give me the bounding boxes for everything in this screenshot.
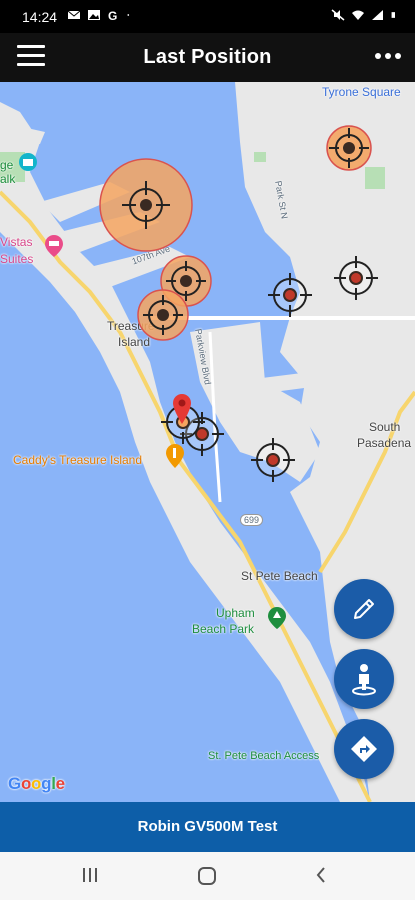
location-pin-icon[interactable] <box>172 394 192 424</box>
position-marker[interactable] <box>249 436 297 484</box>
device-name-bar[interactable]: Robin GV500M Test <box>0 802 415 852</box>
svg-text:G: G <box>108 9 117 21</box>
label-south-1: South <box>369 420 401 434</box>
google-logo-letter: e <box>55 774 65 793</box>
position-marker-orange[interactable] <box>136 288 190 342</box>
person-pin-icon <box>352 664 376 696</box>
person-location-button[interactable] <box>334 649 394 709</box>
label-park-1: ge <box>0 158 14 172</box>
hotel-poi-icon[interactable] <box>44 235 64 257</box>
wifi-icon <box>352 10 364 20</box>
google-logo: Google <box>8 774 65 794</box>
device-name: Robin GV500M Test <box>137 818 278 835</box>
position-marker[interactable] <box>266 271 314 319</box>
label-st-pete-access: St. Pete Beach Access <box>208 750 320 762</box>
google-logo-letter: G <box>8 774 21 793</box>
area-position-marker[interactable] <box>98 157 194 253</box>
app-bar: Last Position <box>0 33 415 82</box>
camera-poi-icon[interactable] <box>18 152 38 172</box>
label-st-pete-beach: St Pete Beach <box>241 569 318 583</box>
status-bar: 14:24 G <box>0 0 415 33</box>
google-logo-letter: o <box>31 774 42 793</box>
label-park-2: alk <box>0 172 16 186</box>
map-view[interactable]: Tyrone Square ge alk Vistas Suites Treas… <box>0 82 415 802</box>
battery-icon <box>391 12 395 18</box>
label-tyrone-square: Tyrone Square <box>322 85 401 99</box>
park-poi-icon[interactable] <box>267 607 287 629</box>
edit-button[interactable] <box>334 579 394 639</box>
google-logo-letter: o <box>20 774 32 793</box>
label-south-2: Pasadena <box>357 436 412 450</box>
position-marker-orange[interactable] <box>325 124 373 172</box>
mute-icon <box>331 9 345 21</box>
page-title: Last Position <box>143 46 272 68</box>
position-marker[interactable] <box>332 254 380 302</box>
photo-icon <box>88 10 100 20</box>
message-icon <box>67 10 81 19</box>
pencil-icon <box>354 599 374 619</box>
google-icon: G <box>108 9 117 21</box>
directions-icon <box>351 736 377 762</box>
dot-icon <box>127 14 130 16</box>
directions-button[interactable] <box>334 719 394 779</box>
label-caddys: Caddy's Treasure Island <box>13 453 143 467</box>
label-upham-2: Beach Park <box>192 622 255 636</box>
system-nav-bar <box>0 852 415 900</box>
label-road-699: 699 <box>240 514 264 526</box>
home-icon[interactable] <box>196 865 218 887</box>
recent-apps-icon[interactable] <box>81 865 99 885</box>
more-dots-icon[interactable] <box>375 53 401 59</box>
google-logo-letter: g <box>41 774 52 793</box>
signal-icon <box>372 10 383 20</box>
status-time: 14:24 <box>22 9 58 25</box>
label-upham-1: Upham <box>216 606 255 620</box>
back-icon[interactable] <box>314 865 328 885</box>
label-vistas-2: Suites <box>0 252 34 266</box>
label-vistas-1: Vistas <box>0 235 33 249</box>
